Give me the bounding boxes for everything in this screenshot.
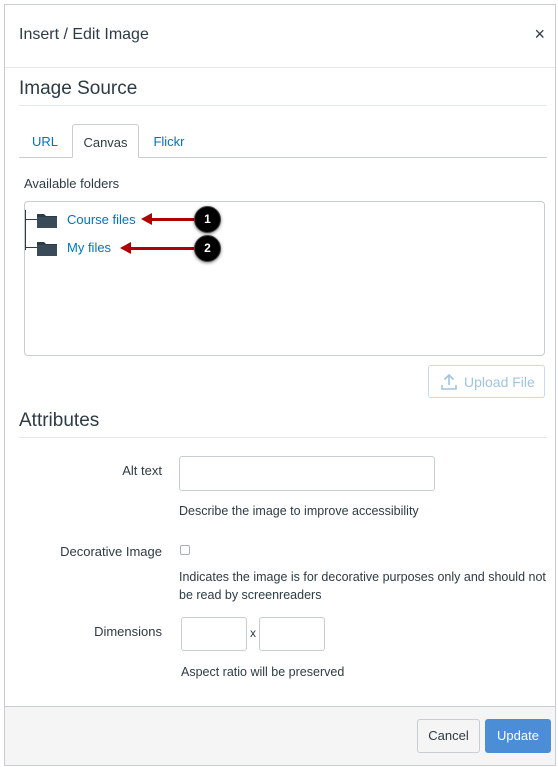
tab-flickr[interactable]: Flickr: [143, 124, 195, 157]
folder-link-course-files[interactable]: Course files: [67, 212, 136, 227]
decorative-image-checkbox[interactable]: [180, 545, 190, 555]
image-source-heading: Image Source: [19, 78, 138, 99]
dialog-titlebar: Insert / Edit Image ×: [5, 5, 555, 68]
callout-badge-1: 1: [194, 206, 221, 233]
alt-text-help: Describe the image to improve accessibil…: [179, 504, 419, 518]
decorative-image-help: Indicates the image is for decorative pu…: [179, 570, 546, 602]
upload-file-button[interactable]: Upload File: [428, 365, 545, 398]
tab-url[interactable]: URL: [19, 124, 71, 157]
dialog-title: Insert / Edit Image: [19, 26, 149, 43]
callout-arrow: [130, 247, 196, 250]
folder-icon: [37, 214, 57, 228]
alt-text-label: Alt text: [122, 463, 162, 478]
update-button[interactable]: Update: [485, 719, 551, 753]
image-source-tabs: URL Canvas Flickr: [19, 124, 547, 158]
available-folders-label: Available folders: [24, 176, 120, 191]
insert-edit-image-dialog: Insert / Edit Image × Image Source URL C…: [4, 4, 556, 766]
close-icon[interactable]: ×: [534, 25, 545, 43]
decorative-image-label: Decorative Image: [60, 544, 162, 559]
dimensions-help: Aspect ratio will be preserved: [181, 665, 345, 679]
alt-text-input[interactable]: [179, 456, 435, 491]
divider: [19, 437, 547, 438]
divider: [19, 105, 547, 106]
callout-arrow: [151, 218, 195, 221]
folder-icon: [37, 242, 57, 256]
folder-link-my-files[interactable]: My files: [67, 240, 111, 255]
folder-tree: Course files My files 1 2: [24, 201, 545, 356]
tab-canvas[interactable]: Canvas: [72, 124, 139, 158]
attributes-heading: Attributes: [19, 410, 100, 431]
dimensions-label: Dimensions: [94, 624, 162, 639]
callout-badge-2: 2: [194, 235, 221, 262]
cancel-button[interactable]: Cancel: [417, 719, 480, 753]
width-input[interactable]: [181, 617, 247, 651]
dialog-footer: Cancel Update: [5, 706, 555, 765]
upload-file-label: Upload File: [464, 374, 535, 390]
upload-icon: [441, 373, 457, 390]
dimensions-separator: x: [250, 626, 256, 640]
height-input[interactable]: [259, 617, 325, 651]
